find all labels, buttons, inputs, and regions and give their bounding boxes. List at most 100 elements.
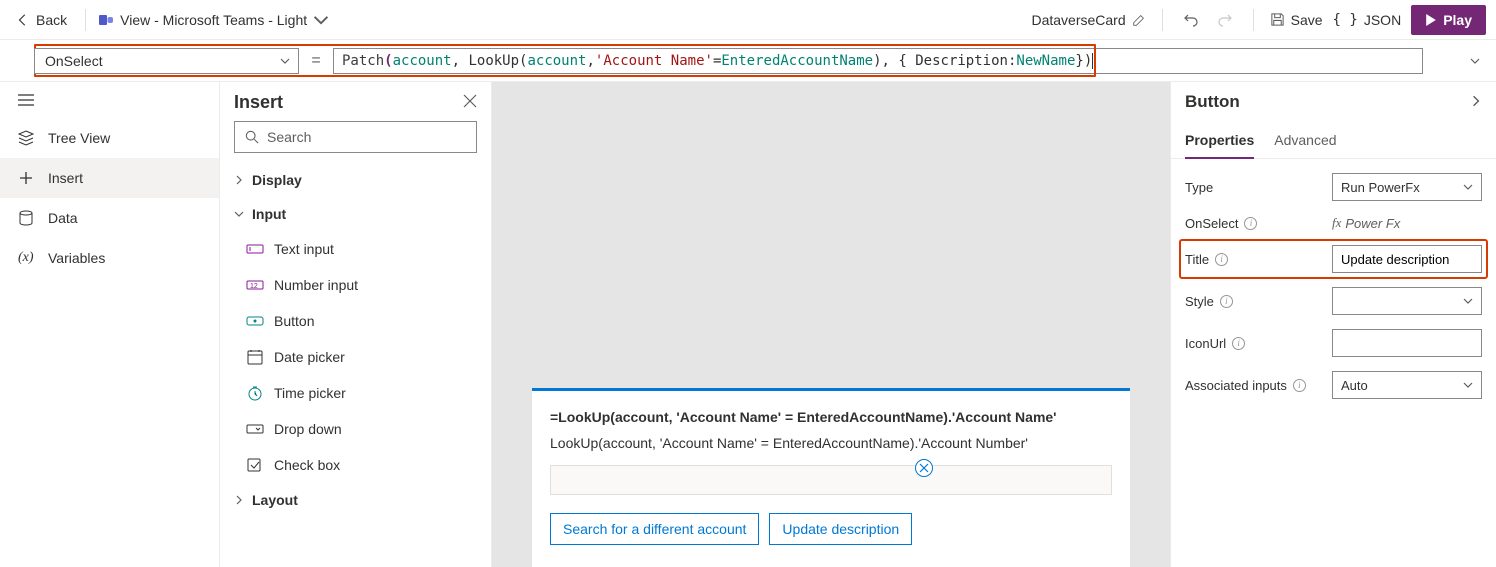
group-label: Input [252, 206, 286, 222]
inputs-select[interactable]: Auto [1332, 371, 1482, 399]
play-button[interactable]: Play [1411, 5, 1486, 35]
group-label: Layout [252, 492, 298, 508]
undo-button[interactable] [1179, 8, 1203, 32]
theme-selector[interactable]: View - Microsoft Teams - Light [98, 12, 329, 28]
insert-item-time-picker[interactable]: Time picker [234, 375, 477, 411]
item-label: Button [274, 313, 314, 329]
card-name-field[interactable]: DataverseCard [1031, 12, 1145, 28]
insert-item-number-input[interactable]: 12 Number input [234, 267, 477, 303]
prop-label: IconUrl [1185, 336, 1226, 351]
nav-label: Variables [48, 250, 105, 266]
nav-label: Tree View [48, 130, 110, 146]
chevron-down-icon [313, 12, 329, 28]
card-subheading: LookUp(account, 'Account Name' = Entered… [550, 435, 1112, 451]
save-icon [1270, 12, 1285, 27]
insert-item-date-picker[interactable]: Date picker [234, 339, 477, 375]
prop-label: Style [1185, 294, 1214, 309]
redo-button [1213, 8, 1237, 32]
clock-icon [246, 384, 264, 402]
redo-icon [1217, 12, 1233, 28]
card-heading: =LookUp(account, 'Account Name' = Entere… [550, 409, 1112, 425]
chevron-right-icon [234, 495, 244, 505]
formula-expand-button[interactable] [1470, 53, 1480, 69]
chevron-down-icon [280, 56, 290, 66]
card-search-button[interactable]: Search for a different account [550, 513, 759, 545]
nav-insert[interactable]: Insert [0, 158, 219, 198]
clear-input-button[interactable] [915, 459, 933, 477]
insert-item-text-input[interactable]: Text input [234, 231, 477, 267]
insert-search-input[interactable]: Search [234, 121, 477, 153]
back-button[interactable]: Back [10, 8, 73, 32]
info-icon: i [1244, 217, 1257, 230]
play-icon [1425, 14, 1437, 26]
type-select[interactable]: Run PowerFx [1332, 173, 1482, 201]
chevron-right-icon [1470, 95, 1482, 107]
property-selector-value: OnSelect [45, 53, 103, 69]
fx-token: }) [1075, 53, 1092, 69]
card-name-label: DataverseCard [1031, 12, 1125, 28]
separator [85, 9, 86, 31]
insert-item-button[interactable]: Button [234, 303, 477, 339]
iconurl-input[interactable] [1332, 329, 1482, 357]
properties-panel-expand[interactable] [1470, 94, 1482, 110]
chevron-down-icon [1463, 296, 1473, 306]
prop-row-type: Type Run PowerFx [1185, 173, 1482, 201]
select-value: Run PowerFx [1341, 180, 1420, 195]
fx-icon: fx [1332, 215, 1341, 231]
teams-icon [98, 12, 114, 28]
insert-panel-close[interactable] [463, 94, 477, 111]
prop-row-onselect: OnSelect i fx Power Fx [1185, 215, 1482, 231]
hamburger-button[interactable] [0, 82, 219, 118]
item-label: Text input [274, 241, 334, 257]
close-icon [919, 463, 929, 473]
svg-text:12: 12 [250, 283, 258, 290]
button-icon [246, 312, 264, 330]
variable-icon: (x) [18, 250, 34, 266]
nav-data[interactable]: Data [0, 198, 219, 238]
onselect-value[interactable]: fx Power Fx [1332, 215, 1482, 231]
insert-group-layout[interactable]: Layout [234, 483, 477, 517]
insert-panel-title: Insert [234, 92, 283, 113]
card-update-button[interactable]: Update description [769, 513, 912, 545]
database-icon [18, 210, 34, 226]
info-icon: i [1293, 379, 1306, 392]
property-selector[interactable]: OnSelect [34, 48, 299, 74]
insert-group-display[interactable]: Display [234, 163, 477, 197]
item-label: Number input [274, 277, 358, 293]
insert-item-check-box[interactable]: Check box [234, 447, 477, 483]
tab-advanced[interactable]: Advanced [1274, 122, 1336, 158]
dropdown-icon [246, 420, 264, 438]
back-label: Back [36, 12, 67, 28]
formula-input[interactable]: Patch(account, LookUp(account, 'Account … [333, 48, 1423, 74]
chevron-down-icon [234, 209, 244, 219]
theme-label: View - Microsoft Teams - Light [120, 12, 307, 28]
title-input[interactable] [1332, 245, 1482, 273]
nav-tree-view[interactable]: Tree View [0, 118, 219, 158]
chevron-right-icon [234, 175, 244, 185]
save-label: Save [1291, 12, 1323, 28]
nav-label: Data [48, 210, 78, 226]
insert-item-drop-down[interactable]: Drop down [234, 411, 477, 447]
prop-label: Title [1185, 252, 1209, 267]
layers-icon [18, 130, 34, 146]
checkbox-icon [246, 456, 264, 474]
fx-token: NewName [1016, 53, 1075, 69]
design-canvas[interactable]: =LookUp(account, 'Account Name' = Entere… [492, 82, 1170, 567]
style-select[interactable] [1332, 287, 1482, 315]
fx-token: account [527, 53, 586, 69]
properties-panel-title: Button [1185, 92, 1240, 112]
tab-properties[interactable]: Properties [1185, 122, 1254, 158]
insert-group-input[interactable]: Input [234, 197, 477, 231]
save-button[interactable]: Save [1270, 12, 1323, 28]
fx-token: account [393, 53, 452, 69]
card-preview: =LookUp(account, 'Account Name' = Entere… [532, 388, 1130, 567]
json-button[interactable]: { } JSON [1333, 12, 1402, 28]
card-text-input[interactable] [550, 465, 1112, 495]
prop-row-title: Title i [1181, 241, 1486, 277]
button-label: Update description [782, 521, 899, 537]
tab-label: Properties [1185, 132, 1254, 148]
nav-variables[interactable]: (x) Variables [0, 238, 219, 278]
braces-icon: { } [1333, 12, 1358, 28]
insert-panel: Insert Search Display Input Text input [220, 82, 492, 567]
info-icon: i [1232, 337, 1245, 350]
